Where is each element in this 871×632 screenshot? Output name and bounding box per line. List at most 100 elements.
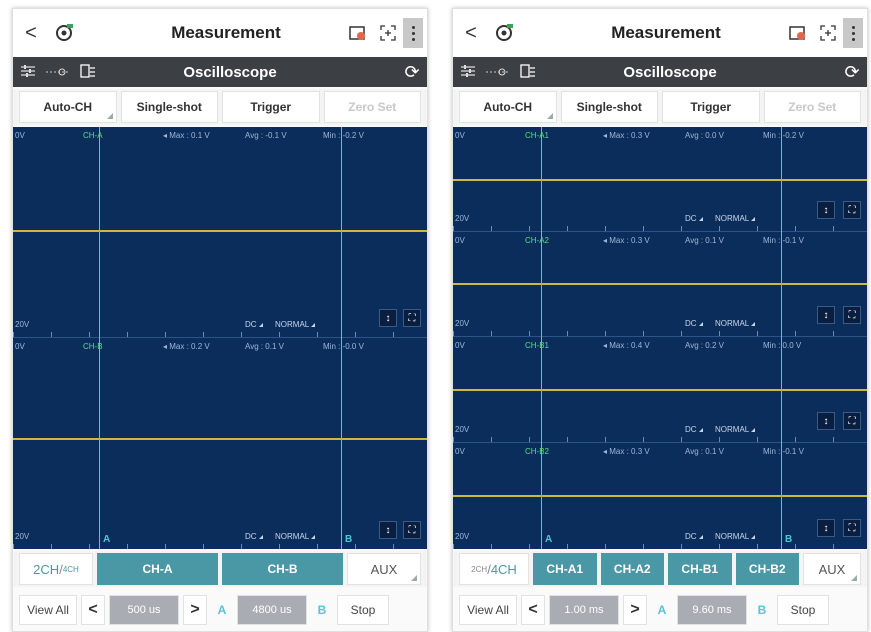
trigger-mode-dropdown[interactable]: NORMAL [715, 532, 756, 541]
back-button[interactable]: < [13, 22, 49, 45]
refresh-icon[interactable]: ⟳ [397, 62, 427, 83]
expand-icon[interactable]: ⛶ [843, 201, 861, 219]
up-down-arrows-icon[interactable]: ↕ [817, 306, 835, 324]
cursor-delta-time[interactable]: 4800 us [237, 595, 307, 625]
time-increase-button[interactable]: > [623, 595, 647, 625]
up-down-arrows-icon[interactable]: ↕ [817, 201, 835, 219]
channel-panel: 0V CH-A2 ◂ Max : 0.3 V Avg : 0.1 V Min :… [453, 232, 867, 337]
trigger-button[interactable]: Trigger [222, 91, 320, 123]
aux-button[interactable]: AUX [347, 553, 421, 585]
time-ticks [453, 331, 867, 336]
voltage-bottom-label: 20V [455, 319, 470, 328]
probe-icon[interactable] [483, 65, 513, 80]
dropdown-corner-icon [546, 113, 553, 119]
cursor-b-line[interactable] [341, 127, 342, 549]
trigger-button[interactable]: Trigger [662, 91, 760, 123]
zero-set-button[interactable]: Zero Set [763, 91, 861, 123]
zero-set-button[interactable]: Zero Set [323, 91, 421, 123]
probe-icon[interactable] [43, 65, 73, 80]
auto-ch-button[interactable]: Auto-CH [459, 91, 557, 123]
voltage-bottom-label: 20V [455, 532, 470, 541]
cursor-a-line[interactable] [99, 127, 100, 549]
coupling-dropdown[interactable]: DC [245, 532, 263, 541]
aux-button[interactable]: AUX [803, 553, 861, 585]
ch-b1-button[interactable]: CH-B1 [668, 553, 732, 585]
stop-button[interactable]: Stop [777, 595, 829, 625]
dropdown-corner-icon [258, 323, 263, 327]
sliders-icon[interactable] [13, 64, 43, 80]
single-shot-button[interactable]: Single-shot [560, 91, 658, 123]
battery-icon[interactable] [783, 20, 813, 46]
up-down-arrows-icon[interactable]: ↕ [817, 519, 835, 537]
coupling-dropdown[interactable]: DC [685, 425, 703, 434]
voltage-bottom-label: 20V [15, 532, 30, 541]
back-button[interactable]: < [453, 22, 489, 45]
dropdown-corner-icon [258, 535, 263, 539]
coupling-dropdown[interactable]: DC [685, 532, 703, 541]
mode-label: NORMAL [715, 532, 750, 541]
up-down-arrows-icon[interactable]: ↕ [379, 521, 397, 539]
trigger-mode-dropdown[interactable]: NORMAL [275, 532, 316, 541]
coupling-label: DC [245, 320, 257, 329]
avg-value: Avg : 0.1 V [685, 447, 724, 456]
ch-b2-button[interactable]: CH-B2 [735, 553, 799, 585]
battery-icon[interactable] [343, 20, 373, 46]
scope-control-buttons: Auto-CH Single-shot Trigger Zero Set [13, 89, 427, 125]
cursor-b-line[interactable] [781, 127, 782, 549]
min-value: Min : 0.0 V [763, 341, 802, 350]
waveform-display[interactable]: 0V CH-A1 ◂ Max : 0.3 V Avg : 0.0 V Min :… [453, 127, 867, 549]
time-decrease-button[interactable]: < [521, 595, 545, 625]
expand-icon[interactable]: ⛶ [843, 412, 861, 430]
vehicle-gear-icon[interactable] [489, 20, 519, 46]
mode-active-label: 2CH [33, 561, 60, 577]
time-control-row: View All < 500 us > A 4800 us B Stop [13, 591, 427, 629]
expand-icon[interactable]: ⛶ [843, 306, 861, 324]
top-bar: < Measurement [13, 9, 427, 57]
trigger-mode-dropdown[interactable]: NORMAL [715, 425, 756, 434]
voltage-bottom-label: 20V [15, 320, 30, 329]
single-shot-button[interactable]: Single-shot [120, 91, 218, 123]
ch-b-button[interactable]: CH-B [222, 553, 343, 585]
dropdown-corner-icon [851, 575, 857, 581]
time-per-div-value[interactable]: 500 us [109, 595, 179, 625]
expand-icon[interactable]: ⛶ [843, 519, 861, 537]
refresh-icon[interactable]: ⟳ [837, 62, 867, 83]
auto-ch-button[interactable]: Auto-CH [19, 91, 117, 123]
time-increase-button[interactable]: > [183, 595, 207, 625]
channel-mode-toggle[interactable]: 2CH/4CH [19, 553, 93, 585]
focus-icon[interactable] [373, 20, 403, 46]
coupling-dropdown[interactable]: DC [685, 214, 703, 223]
trigger-mode-dropdown[interactable]: NORMAL [715, 214, 756, 223]
cursor-a-line[interactable] [541, 127, 542, 549]
ch-a-button[interactable]: CH-A [97, 553, 218, 585]
expand-icon[interactable]: ⛶ [403, 521, 421, 539]
mode-label: NORMAL [715, 425, 750, 434]
channel-mode-toggle[interactable]: 2CH/4CH [459, 553, 529, 585]
ch-a2-button[interactable]: CH-A2 [600, 553, 664, 585]
view-all-button[interactable]: View All [19, 595, 77, 625]
cursor-delta-time[interactable]: 9.60 ms [677, 595, 747, 625]
waveform-display[interactable]: 0V CH-A ◂ Max : 0.1 V Avg : -0.1 V Min :… [13, 127, 427, 549]
coupling-dropdown[interactable]: DC [685, 319, 703, 328]
vehicle-gear-icon[interactable] [49, 20, 79, 46]
trigger-mode-dropdown[interactable]: NORMAL [715, 319, 756, 328]
time-per-div-value[interactable]: 1.00 ms [549, 595, 619, 625]
coupling-label: DC [685, 532, 697, 541]
trigger-mode-dropdown[interactable]: NORMAL [275, 320, 316, 329]
view-all-button[interactable]: View All [459, 595, 517, 625]
save-icon[interactable] [73, 63, 103, 81]
time-decrease-button[interactable]: < [81, 595, 105, 625]
save-icon[interactable] [513, 63, 543, 81]
voltage-top-label: 0V [455, 236, 465, 245]
more-vertical-icon[interactable] [843, 18, 863, 48]
more-vertical-icon[interactable] [403, 18, 423, 48]
up-down-arrows-icon[interactable]: ↕ [817, 412, 835, 430]
ch-a1-button[interactable]: CH-A1 [533, 553, 597, 585]
expand-icon[interactable]: ⛶ [403, 309, 421, 327]
coupling-dropdown[interactable]: DC [245, 320, 263, 329]
sliders-icon[interactable] [453, 64, 483, 80]
focus-icon[interactable] [813, 20, 843, 46]
max-value: ◂ Max : 0.4 V [603, 341, 650, 350]
stop-button[interactable]: Stop [337, 595, 389, 625]
up-down-arrows-icon[interactable]: ↕ [379, 309, 397, 327]
